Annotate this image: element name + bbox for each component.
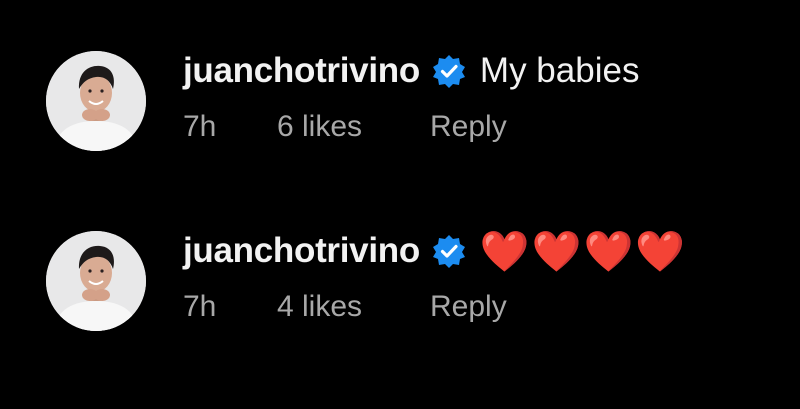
comment: juanchotrivino My babies 7h 6 likes Repl… [0, 38, 800, 168]
profile-photo-icon [46, 51, 146, 151]
comment-text: ❤️❤️❤️❤️ [479, 230, 688, 274]
reply-button[interactable]: Reply [430, 290, 507, 324]
likes-count[interactable]: 6 likes [277, 110, 430, 144]
reply-button[interactable]: Reply [430, 110, 507, 144]
comment-body: juanchotrivino My babies [183, 46, 639, 96]
comment: juanchotrivino ❤️❤️❤️❤️ 7h 4 likes Reply [0, 218, 800, 348]
avatar[interactable] [46, 51, 146, 151]
timestamp: 7h [183, 290, 217, 323]
avatar[interactable] [46, 231, 146, 331]
comment-meta: 7h 6 likes Reply [183, 110, 507, 144]
username[interactable]: juanchotrivino [183, 51, 420, 91]
likes-count[interactable]: 4 likes [277, 290, 430, 324]
comment-meta: 7h 4 likes Reply [183, 290, 507, 324]
verified-badge-icon [432, 54, 466, 88]
verified-badge-icon [432, 234, 466, 268]
profile-photo-icon [46, 231, 146, 331]
comment-text: My babies [479, 51, 640, 90]
timestamp: 7h [183, 110, 217, 143]
comment-body: juanchotrivino ❤️❤️❤️❤️ [183, 226, 687, 276]
username[interactable]: juanchotrivino [183, 231, 420, 271]
